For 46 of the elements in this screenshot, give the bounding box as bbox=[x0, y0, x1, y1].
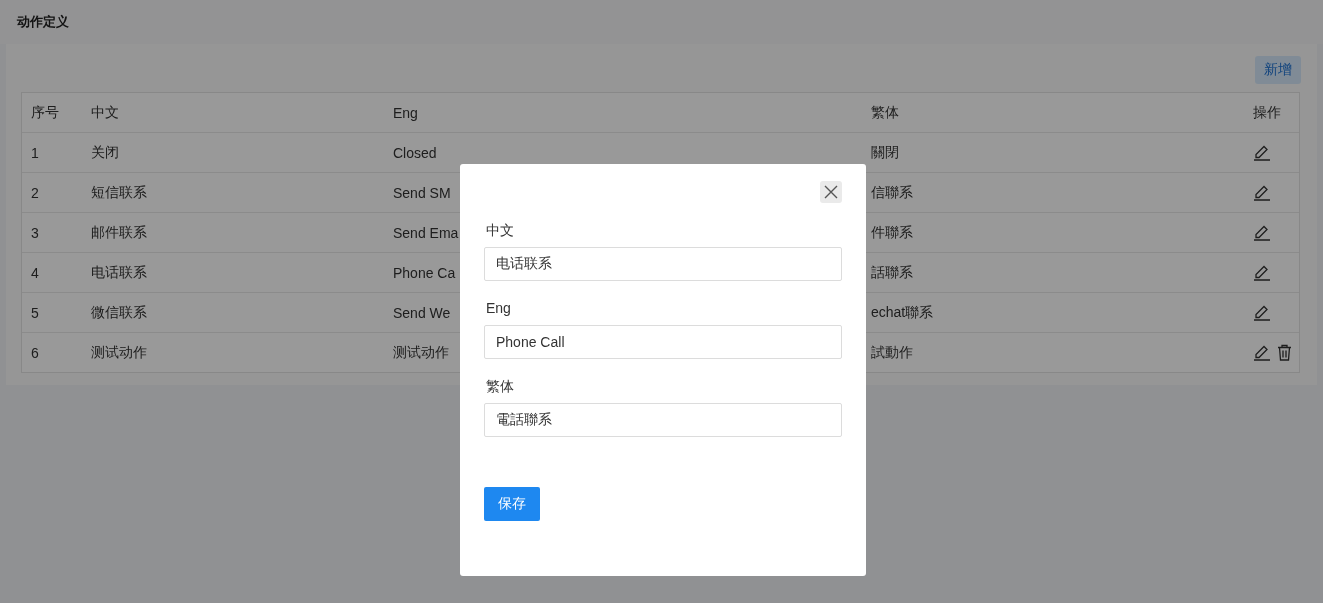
trash-icon[interactable] bbox=[1277, 344, 1292, 361]
edit-icon[interactable] bbox=[1253, 224, 1271, 241]
table-cell: 测试动作 bbox=[393, 343, 449, 362]
table-cell: 件聯系 bbox=[871, 223, 913, 242]
table-cell: 試動作 bbox=[871, 343, 913, 362]
column-header: 中文 bbox=[91, 103, 119, 122]
table-cell: 3 bbox=[31, 224, 39, 241]
table-cell: 邮件联系 bbox=[91, 223, 147, 242]
field-label: Eng bbox=[486, 300, 512, 317]
table-cell: 2 bbox=[31, 184, 39, 201]
edit-icon[interactable] bbox=[1253, 344, 1271, 361]
table-cell: Send SM bbox=[393, 184, 451, 201]
column-header: 操作 bbox=[1253, 103, 1281, 122]
table-cell: 話聯系 bbox=[871, 263, 913, 282]
table-cell: 电话联系 bbox=[91, 263, 147, 282]
edit-icon[interactable] bbox=[1253, 144, 1271, 161]
field-label: 中文 bbox=[486, 222, 515, 239]
table-cell: echat聯系 bbox=[871, 303, 934, 322]
edit-icon[interactable] bbox=[1253, 304, 1271, 321]
table-cell: 关闭 bbox=[91, 143, 119, 162]
table-cell: Send Ema bbox=[393, 224, 459, 241]
column-header: 序号 bbox=[31, 103, 59, 122]
column-header: 繁体 bbox=[871, 103, 899, 122]
input-field[interactable]: Phone Call bbox=[484, 325, 842, 359]
edit-icon[interactable] bbox=[1253, 184, 1271, 201]
edit-icon[interactable] bbox=[1253, 264, 1271, 281]
close-icon bbox=[824, 185, 838, 199]
page-title: 动作定义 bbox=[17, 13, 69, 31]
column-header: Eng bbox=[393, 104, 418, 121]
table-cell: Send We bbox=[393, 304, 451, 321]
close-button[interactable] bbox=[820, 181, 842, 203]
field-label: 繁体 bbox=[486, 378, 515, 395]
table-cell: 5 bbox=[31, 304, 39, 321]
save-button[interactable]: 保存 bbox=[484, 487, 540, 521]
table-cell: 信聯系 bbox=[871, 183, 913, 202]
table-cell: 测试动作 bbox=[91, 343, 147, 362]
input-field[interactable]: 電話聯系 bbox=[484, 403, 842, 437]
table-cell: 6 bbox=[31, 344, 39, 361]
table-cell: Phone Ca bbox=[393, 264, 456, 281]
table-cell: 短信联系 bbox=[91, 183, 147, 202]
table-cell: 4 bbox=[31, 264, 39, 281]
table-cell: Closed bbox=[393, 144, 437, 161]
table-cell: 關閉 bbox=[871, 143, 899, 162]
table-cell: 微信联系 bbox=[91, 303, 147, 322]
table-cell: 1 bbox=[31, 144, 39, 161]
input-field[interactable]: 电话联系 bbox=[484, 247, 842, 281]
